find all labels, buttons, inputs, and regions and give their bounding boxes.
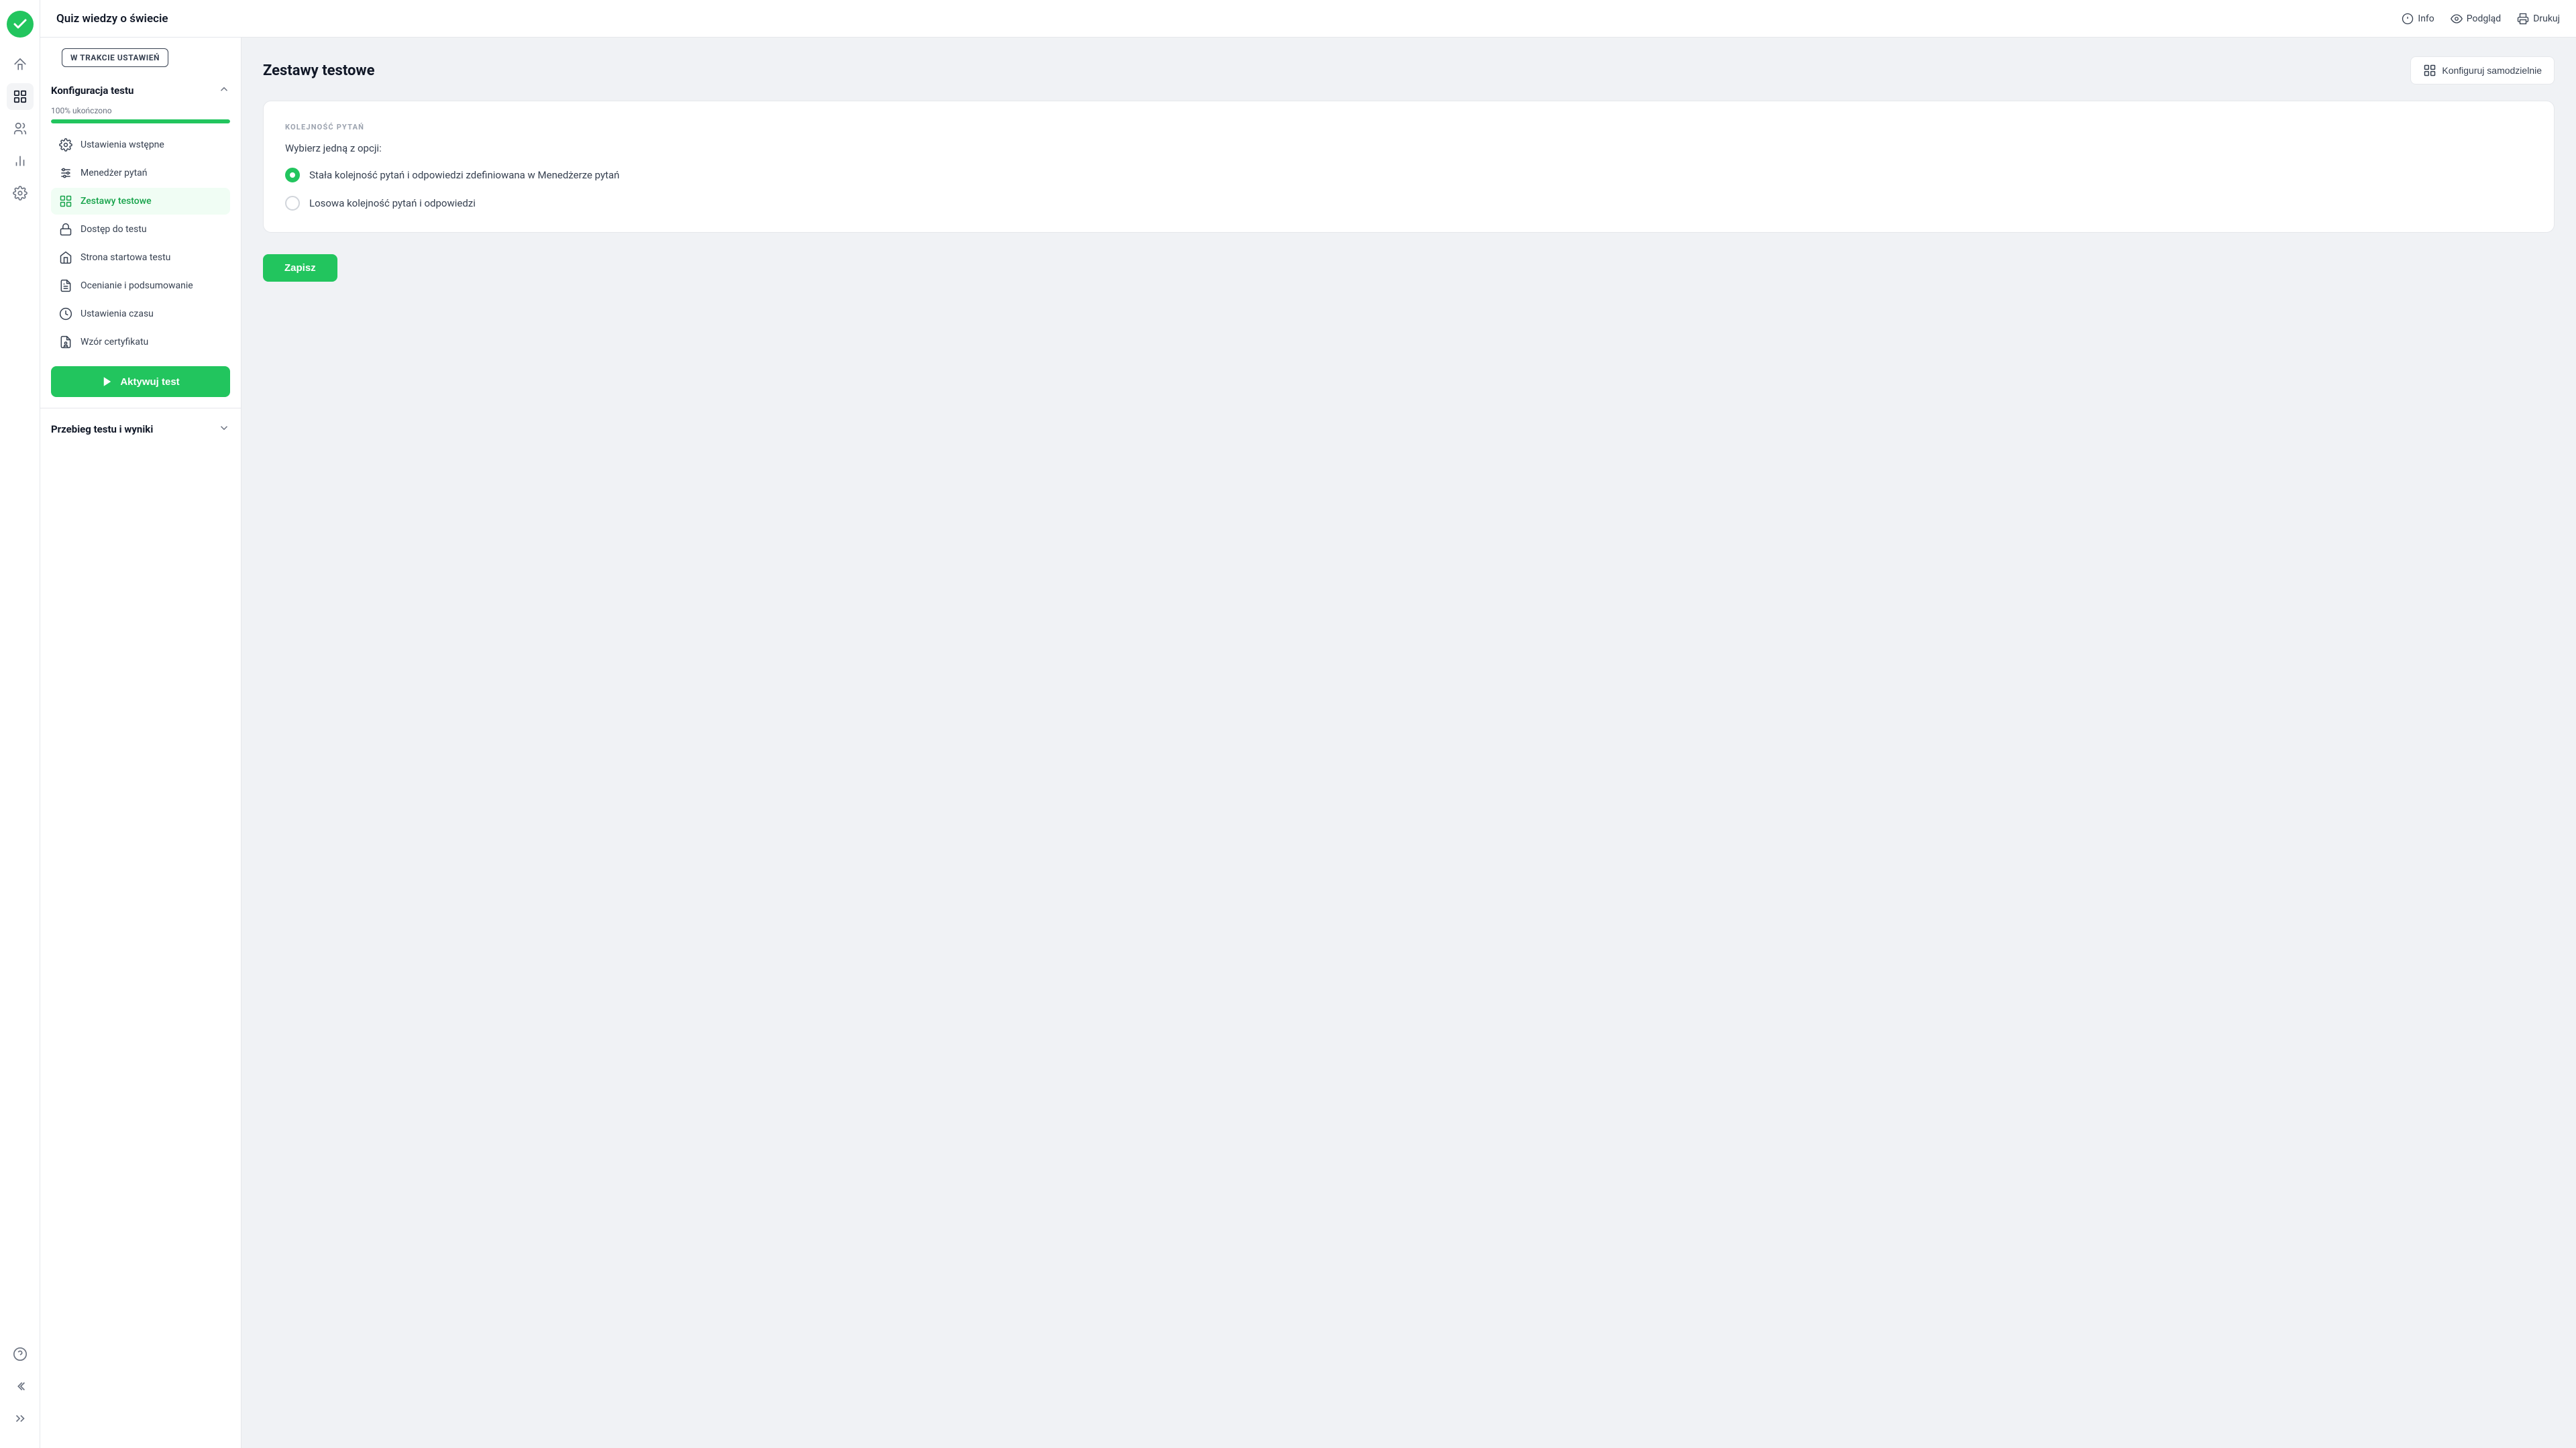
icon-rail bbox=[0, 0, 40, 1448]
eye-icon bbox=[2451, 13, 2463, 25]
grid-icon bbox=[59, 194, 72, 208]
configure-self-button[interactable]: Konfiguruj samodzielnie bbox=[2410, 56, 2555, 85]
radio-label-random: Losowa kolejność pytań i odpowiedzi bbox=[309, 197, 476, 209]
rail-expand-icon[interactable] bbox=[7, 1405, 34, 1432]
nav-item-label: Zestawy testowe bbox=[80, 196, 152, 207]
config-icon bbox=[2423, 64, 2436, 77]
preview-label: Podgląd bbox=[2467, 13, 2501, 24]
doc-icon bbox=[59, 279, 72, 292]
info-icon bbox=[2402, 13, 2414, 25]
rail-users-icon[interactable] bbox=[7, 115, 34, 142]
sidebar-item-strona-startowa[interactable]: Strona startowa testu bbox=[51, 244, 230, 271]
nav-item-label: Strona startowa testu bbox=[80, 252, 170, 263]
radio-option-random[interactable]: Losowa kolejność pytań i odpowiedzi bbox=[285, 196, 2532, 211]
status-badge: W TRAKCIE USTAWIEŃ bbox=[62, 48, 168, 67]
radio-label-fixed: Stała kolejność pytań i odpowiedzi zdefi… bbox=[309, 169, 619, 181]
sidebar-item-ocenianie[interactable]: Ocenianie i podsumowanie bbox=[51, 272, 230, 299]
lock-icon bbox=[59, 223, 72, 236]
sidebar-item-ustawienia-czasu[interactable]: Ustawienia czasu bbox=[51, 300, 230, 327]
rail-help-icon[interactable] bbox=[7, 1341, 34, 1368]
sidebar-item-dostep-do-testu[interactable]: Dostęp do testu bbox=[51, 216, 230, 243]
radio-group: Stała kolejność pytań i odpowiedzi zdefi… bbox=[285, 168, 2532, 211]
top-header: Quiz wiedzy o świecie Info Podgląd bbox=[40, 0, 2576, 38]
page-title: Quiz wiedzy o świecie bbox=[56, 12, 168, 25]
chevron-down-icon bbox=[218, 422, 230, 437]
nav-item-label: Ustawienia wstępne bbox=[80, 140, 164, 150]
clock-icon bbox=[59, 307, 72, 321]
radio-circle-fixed bbox=[285, 168, 300, 182]
radio-option-fixed[interactable]: Stała kolejność pytań i odpowiedzi zdefi… bbox=[285, 168, 2532, 182]
play-icon bbox=[101, 376, 113, 388]
activate-test-button[interactable]: Aktywuj test bbox=[51, 366, 230, 397]
card-section-title: KOLEJNOŚĆ PYTAŃ bbox=[285, 123, 2532, 131]
question-order-card: KOLEJNOŚĆ PYTAŃ Wybierz jedną z opcji: S… bbox=[263, 101, 2555, 233]
rail-back-icon[interactable] bbox=[7, 1373, 34, 1400]
nav-items: Ustawienia wstępne Menedżer pytań bbox=[51, 131, 230, 355]
radio-circle-random bbox=[285, 196, 300, 211]
main-wrapper: Quiz wiedzy o świecie Info Podgląd bbox=[40, 0, 2576, 1448]
config-btn-label: Konfiguruj samodzielnie bbox=[2442, 65, 2542, 76]
config-section-title: Konfiguracja testu bbox=[51, 85, 133, 97]
content-area: W TRAKCIE USTAWIEŃ Konfiguracja testu 10… bbox=[40, 38, 2576, 1448]
home-icon bbox=[59, 251, 72, 264]
settings-icon bbox=[59, 138, 72, 152]
config-section: Konfiguracja testu 100% ukończono bbox=[40, 78, 241, 355]
rail-top bbox=[7, 11, 34, 1335]
sidebar-item-wzor-certyfikatu[interactable]: Wzór certyfikatu bbox=[51, 329, 230, 355]
rail-settings-icon[interactable] bbox=[7, 180, 34, 207]
results-section: Przebieg testu i wyniki bbox=[40, 408, 241, 442]
nav-item-label: Menedżer pytań bbox=[80, 168, 148, 178]
preview-button[interactable]: Podgląd bbox=[2451, 13, 2501, 25]
page-header: Zestawy testowe Konfiguruj samodzielnie bbox=[263, 56, 2555, 85]
zestawy-testowe-title: Zestawy testowe bbox=[263, 62, 374, 79]
progress-bar-fill bbox=[51, 119, 230, 123]
nav-item-label: Ustawienia czasu bbox=[80, 309, 154, 319]
card-subtitle: Wybierz jedną z opcji: bbox=[285, 142, 2532, 154]
rail-home-icon[interactable] bbox=[7, 51, 34, 78]
progress-bar-bg bbox=[51, 119, 230, 123]
main-content: Zestawy testowe Konfiguruj samodzielnie … bbox=[241, 38, 2576, 1448]
print-button[interactable]: Drukuj bbox=[2517, 13, 2560, 25]
activate-btn-label: Aktywuj test bbox=[120, 376, 179, 388]
progress-label: 100% ukończono bbox=[51, 106, 230, 115]
results-section-title: Przebieg testu i wyniki bbox=[51, 423, 153, 435]
print-icon bbox=[2517, 13, 2529, 25]
results-section-header[interactable]: Przebieg testu i wyniki bbox=[51, 416, 230, 442]
info-button[interactable]: Info bbox=[2402, 13, 2434, 25]
print-label: Drukuj bbox=[2533, 13, 2560, 24]
sidebar-item-zestawy-testowe[interactable]: Zestawy testowe bbox=[51, 188, 230, 215]
app-logo bbox=[7, 11, 34, 38]
progress-container: 100% ukończono bbox=[51, 103, 230, 131]
sidebar-item-ustawienia-wstepne[interactable]: Ustawienia wstępne bbox=[51, 131, 230, 158]
info-label: Info bbox=[2418, 13, 2434, 24]
save-button[interactable]: Zapisz bbox=[263, 254, 337, 282]
sidebar-item-menedzer-pytan[interactable]: Menedżer pytań bbox=[51, 160, 230, 186]
certificate-icon bbox=[59, 335, 72, 349]
nav-item-label: Wzór certyfikatu bbox=[80, 337, 148, 347]
nav-item-label: Ocenianie i podsumowanie bbox=[80, 280, 193, 291]
chevron-up-icon bbox=[218, 83, 230, 98]
header-actions: Info Podgląd Drukuj bbox=[2402, 13, 2560, 25]
rail-bottom bbox=[7, 1341, 34, 1437]
rail-chart-icon[interactable] bbox=[7, 148, 34, 174]
config-section-header[interactable]: Konfiguracja testu bbox=[51, 78, 230, 103]
nav-item-label: Dostęp do testu bbox=[80, 224, 147, 235]
rail-grid-icon[interactable] bbox=[7, 83, 34, 110]
sidebar: W TRAKCIE USTAWIEŃ Konfiguracja testu 10… bbox=[40, 38, 241, 1448]
sliders-icon bbox=[59, 166, 72, 180]
